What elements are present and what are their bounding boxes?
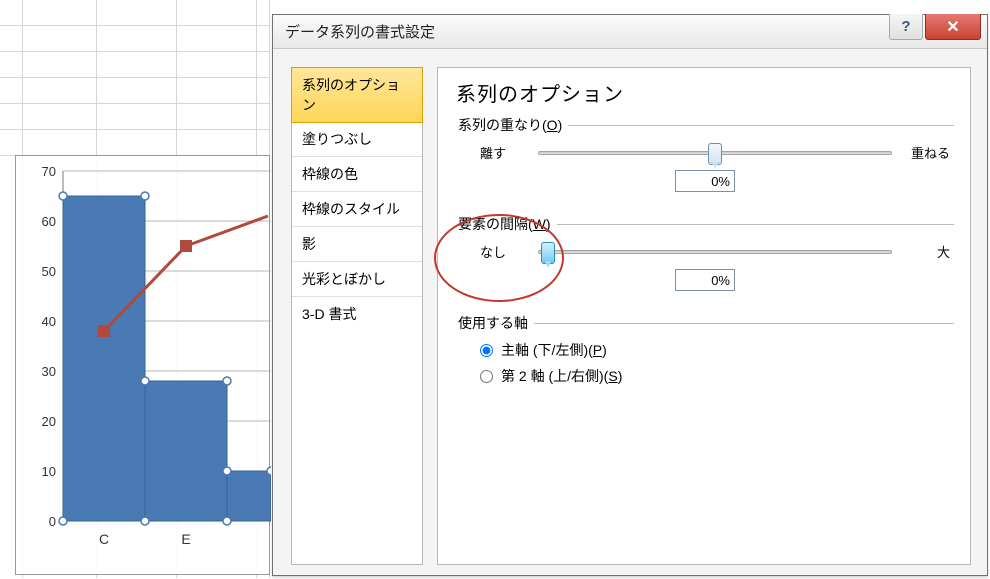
overlap-label-right: 重ねる xyxy=(900,143,950,162)
primary-axis-label: 主軸 (下/左側)(P) xyxy=(501,340,607,360)
gap-slider[interactable] xyxy=(538,250,892,254)
gap-width-group: 要素の間隔(W) なし 大 xyxy=(456,214,954,305)
nav-3d-format[interactable]: 3-D 書式 xyxy=(292,297,422,331)
series-overlap-legend: 系列の重なり(O) xyxy=(456,115,568,135)
svg-text:10: 10 xyxy=(42,464,56,479)
svg-text:60: 60 xyxy=(42,214,56,229)
nav-series-options[interactable]: 系列のオプション xyxy=(291,67,423,123)
format-data-series-dialog: データ系列の書式設定 ? ✕ 系列のオプション 塗りつぶし 枠線の色 枠線のスタ… xyxy=(272,14,988,576)
svg-text:30: 30 xyxy=(42,364,56,379)
overlap-value-input[interactable] xyxy=(675,170,735,192)
overlap-slider-thumb[interactable] xyxy=(708,143,722,165)
gap-label-right: 大 xyxy=(900,242,950,261)
svg-text:50: 50 xyxy=(42,264,56,279)
help-icon: ? xyxy=(901,18,910,35)
plot-axis-group: 使用する軸 主軸 (下/左側)(P) 第 2 軸 (上/右側)(S) xyxy=(456,313,954,403)
close-button[interactable]: ✕ xyxy=(925,14,981,40)
svg-text:0: 0 xyxy=(49,514,56,529)
primary-axis-radio[interactable] xyxy=(480,344,493,357)
dialog-title: データ系列の書式設定 xyxy=(285,21,435,42)
svg-text:40: 40 xyxy=(42,314,56,329)
nav-glow[interactable]: 光彩とぼかし xyxy=(292,262,422,297)
chart-svg: 0 10 20 30 40 50 60 70 xyxy=(16,156,271,576)
svg-text:C: C xyxy=(99,531,109,547)
dialog-titlebar[interactable]: データ系列の書式設定 ? ✕ xyxy=(273,15,987,49)
gap-slider-thumb[interactable] xyxy=(541,242,555,264)
nav-border-color[interactable]: 枠線の色 xyxy=(292,157,422,192)
panel-heading: 系列のオプション xyxy=(456,78,954,107)
series-overlap-group: 系列の重なり(O) 離す 重ねる xyxy=(456,115,954,206)
secondary-axis-option[interactable]: 第 2 軸 (上/右側)(S) xyxy=(456,363,954,389)
help-button[interactable]: ? xyxy=(889,14,923,40)
chart-area[interactable]: 0 10 20 30 40 50 60 70 xyxy=(15,155,270,575)
gap-value-input[interactable] xyxy=(675,269,735,291)
secondary-axis-label: 第 2 軸 (上/右側)(S) xyxy=(501,366,622,386)
gap-width-legend: 要素の間隔(W) xyxy=(456,214,557,234)
svg-text:70: 70 xyxy=(42,164,56,179)
nav-fill[interactable]: 塗りつぶし xyxy=(292,122,422,157)
svg-text:20: 20 xyxy=(42,414,56,429)
nav-shadow[interactable]: 影 xyxy=(292,227,422,262)
overlap-slider[interactable] xyxy=(538,151,892,155)
primary-axis-option[interactable]: 主軸 (下/左側)(P) xyxy=(456,337,954,363)
svg-text:E: E xyxy=(181,531,190,547)
options-panel: 系列のオプション 系列の重なり(O) 離す 重ねる 要素の間隔(W) なし xyxy=(437,67,971,565)
category-list: 系列のオプション 塗りつぶし 枠線の色 枠線のスタイル 影 光彩とぼかし 3-D… xyxy=(291,67,423,565)
gap-label-left: なし xyxy=(480,242,530,261)
plot-axis-legend: 使用する軸 xyxy=(456,313,534,333)
nav-border-style[interactable]: 枠線のスタイル xyxy=(292,192,422,227)
overlap-label-left: 離す xyxy=(480,143,530,162)
close-icon: ✕ xyxy=(946,17,959,37)
secondary-axis-radio[interactable] xyxy=(480,370,493,383)
